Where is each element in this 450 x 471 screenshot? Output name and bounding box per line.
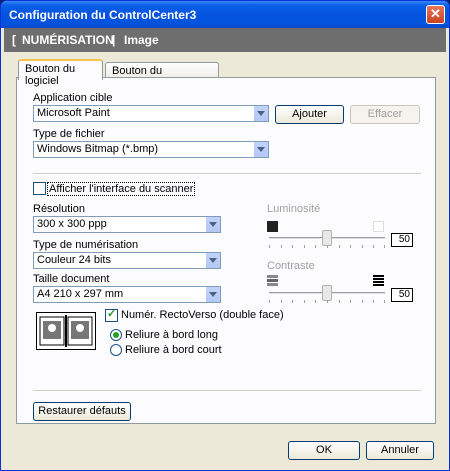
divider <box>33 173 421 175</box>
light-square-icon <box>373 221 384 232</box>
dark-square-icon <box>267 221 278 232</box>
resolution-select[interactable]: 300 x 300 ppp <box>33 216 221 233</box>
binding-short-radio[interactable] <box>110 344 122 356</box>
brightness-ticks <box>269 245 385 249</box>
file-type-label: Type de fichier <box>33 128 105 140</box>
resolution-label: Résolution <box>33 203 85 215</box>
chevron-down-icon <box>205 287 220 302</box>
resolution-value: 300 x 300 ppp <box>37 218 107 230</box>
dialog-window: Configuration du ControlCenter3 ✕ [ NUMÉ… <box>0 0 450 471</box>
header-section: NUMÉRISATION <box>22 33 114 47</box>
cancel-button[interactable]: Annuler <box>366 441 434 460</box>
divider <box>33 390 421 392</box>
doc-size-label: Taille document <box>33 273 110 285</box>
high-contrast-icon <box>373 275 384 286</box>
scan-type-value: Couleur 24 bits <box>37 254 111 266</box>
section-header: [ NUMÉRISATION | Image <box>4 28 446 52</box>
remove-button[interactable]: Effacer <box>350 105 420 124</box>
brightness-label: Luminosité <box>267 203 321 215</box>
duplex-label: Numér. RectoVerso (double face) <box>121 309 284 321</box>
header-bracket: [ <box>12 33 16 47</box>
duplex-book-icon <box>36 312 96 350</box>
chevron-down-icon <box>205 217 220 232</box>
low-contrast-icon <box>267 275 278 286</box>
binding-short-label: Reliure à bord court <box>125 344 222 356</box>
chevron-down-icon <box>205 253 220 268</box>
binding-long-radio[interactable] <box>110 329 122 341</box>
show-scanner-ui-label[interactable]: Afficher l'interface du scanner <box>47 182 196 196</box>
contrast-slider-thumb[interactable] <box>322 285 332 301</box>
contrast-label: Contraste <box>267 260 315 272</box>
add-button[interactable]: Ajouter <box>275 105 344 124</box>
scan-type-label: Type de numérisation <box>33 239 139 251</box>
contrast-value: 50 <box>391 288 413 302</box>
contrast-ticks <box>269 300 385 304</box>
tab-software-button[interactable]: Bouton du logiciel <box>18 59 103 87</box>
duplex-checkbox[interactable] <box>105 307 118 322</box>
target-app-value: Microsoft Paint <box>37 107 110 119</box>
target-app-label: Application cible <box>33 92 113 104</box>
scan-type-select[interactable]: Couleur 24 bits <box>33 252 221 269</box>
show-scanner-ui-checkbox[interactable] <box>33 182 46 195</box>
close-button[interactable]: ✕ <box>426 5 445 24</box>
file-type-select[interactable]: Windows Bitmap (*.bmp) <box>33 141 269 158</box>
brightness-value: 50 <box>391 233 413 247</box>
chevron-down-icon <box>253 142 268 157</box>
doc-size-select[interactable]: A4 210 x 297 mm <box>33 286 221 303</box>
title-bar[interactable]: Configuration du ControlCenter3 ✕ <box>1 1 449 28</box>
chevron-down-icon <box>253 106 268 121</box>
header-subsection: Image <box>124 33 159 47</box>
brightness-slider-thumb[interactable] <box>322 230 332 246</box>
close-icon: ✕ <box>430 6 441 21</box>
window-title: Configuration du ControlCenter3 <box>9 8 197 22</box>
target-app-select[interactable]: Microsoft Paint <box>33 105 269 122</box>
header-pipe: | <box>112 33 116 47</box>
file-type-value: Windows Bitmap (*.bmp) <box>37 143 159 155</box>
binding-long-label: Reliure à bord long <box>125 329 218 341</box>
doc-size-value: A4 210 x 297 mm <box>37 288 124 300</box>
ok-button[interactable]: OK <box>288 441 360 460</box>
restore-defaults-button[interactable]: Restaurer défauts <box>33 402 131 421</box>
